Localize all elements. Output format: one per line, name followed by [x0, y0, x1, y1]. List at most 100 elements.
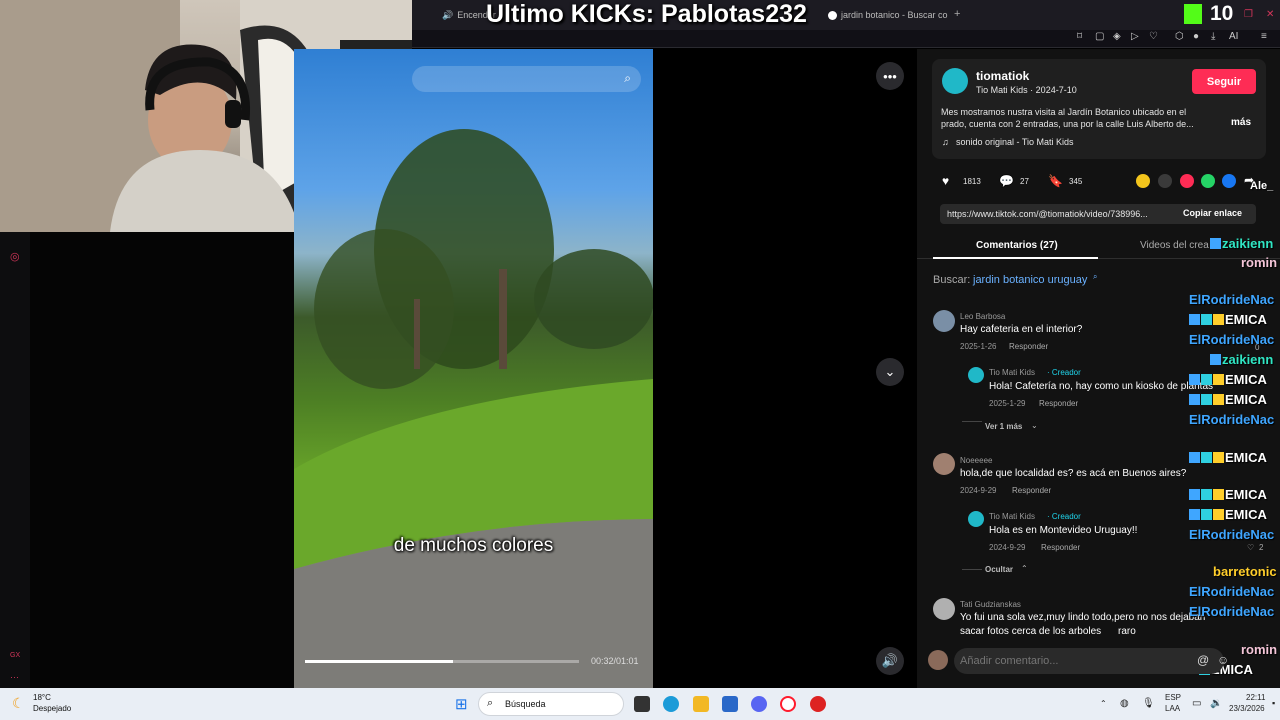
like-icon[interactable]: ♥ [942, 174, 949, 188]
edge-icon[interactable] [663, 696, 679, 712]
comment-author[interactable]: Tio Mati Kids [989, 368, 1035, 377]
extension-icon[interactable]: ⬡ [1175, 31, 1184, 42]
comment-text: sacar fotos cerca de los arboles [960, 626, 1102, 637]
bookmark-icon[interactable]: ⌑ [1077, 31, 1082, 42]
taskbar-search[interactable]: ⌕ Búsqueda [478, 692, 624, 716]
app-icon[interactable] [810, 696, 826, 712]
save-icon[interactable]: 🔖 [1048, 174, 1063, 188]
volume-icon[interactable]: 🔉 [1210, 698, 1222, 709]
video-search-bar[interactable]: ⌕ [412, 66, 641, 92]
follow-button[interactable]: Seguir [1192, 69, 1256, 94]
comment-text: Hola es en Montevideo Uruguay!! [989, 525, 1138, 536]
ai-button[interactable]: AI [1229, 31, 1238, 42]
user-avatar[interactable] [928, 650, 948, 670]
post-link-box[interactable]: https://www.tiktok.com/@tiomatiok/video/… [940, 204, 1256, 224]
tab-creator-videos[interactable]: Videos del crea [1140, 240, 1209, 251]
embed-icon[interactable] [1158, 174, 1172, 188]
search-suggestion[interactable]: jardin botanico uruguay [973, 274, 1087, 286]
video-progress-bar[interactable] [305, 660, 579, 663]
play-icon[interactable]: ▷ [1131, 31, 1139, 42]
lang-line2[interactable]: LAA [1165, 704, 1180, 713]
comment-author[interactable]: Tio Mati Kids [989, 512, 1035, 521]
menu-icon[interactable]: ≡ [1261, 31, 1267, 42]
comment-text: hola,de que localidad es? es acá en Buen… [960, 468, 1187, 479]
emoji-icon[interactable]: ☺ [1217, 653, 1229, 667]
tab-comments[interactable]: Comentarios (27) [976, 240, 1058, 251]
network-icon[interactable]: ◍ [1120, 698, 1129, 709]
task-view-icon[interactable] [634, 696, 650, 712]
lang-line1[interactable]: ESP [1165, 693, 1181, 702]
copy-link-button[interactable]: Copiar enlace [1183, 208, 1242, 218]
sidebar-more-icon[interactable]: ··· [10, 672, 19, 682]
opera-icon[interactable] [780, 696, 796, 712]
reply-button[interactable]: Responder [1039, 399, 1078, 408]
windows-start-icon[interactable]: ⊞ [455, 695, 468, 713]
clock-date[interactable]: 23/3/2026 [1229, 704, 1265, 713]
comment-input[interactable] [954, 648, 1224, 674]
post-description-line2: prado, cuenta con 2 entradas, una por la… [941, 119, 1194, 129]
divider [962, 421, 982, 422]
sidebar-gx-icon[interactable]: GX [10, 652, 20, 659]
comment-date: 2025-1-26 [960, 342, 997, 351]
reply-button[interactable]: Responder [1012, 486, 1051, 495]
chat-message: EMICA [1189, 487, 1267, 502]
mic-icon[interactable]: 🎙 [1142, 698, 1155, 709]
chat-message: EMICA [1189, 507, 1267, 522]
more-link[interactable]: más [1231, 117, 1251, 128]
display-icon[interactable]: ▭ [1192, 698, 1201, 709]
chat-message: ElRodrideNac [1189, 527, 1275, 542]
weather-desc[interactable]: Despejado [33, 704, 71, 713]
clock-time[interactable]: 22:11 [1246, 693, 1265, 702]
author-username[interactable]: tiomatiok [976, 69, 1029, 83]
comment-author[interactable]: Noeeeee [960, 456, 992, 465]
reply-button[interactable]: Responder [1041, 543, 1080, 552]
window-close-icon[interactable]: ✕ [1266, 9, 1274, 20]
volume-button[interactable]: 🔊 [876, 647, 904, 675]
avatar[interactable] [968, 511, 984, 527]
file-explorer-icon[interactable] [693, 696, 709, 712]
notification-icon[interactable]: ▪ [1272, 698, 1275, 708]
window-restore-icon[interactable]: ❐ [1244, 9, 1253, 20]
store-icon[interactable] [722, 696, 738, 712]
mention-icon[interactable]: @ [1197, 653, 1209, 667]
chevron-up-icon[interactable]: ⌃ [1100, 699, 1107, 708]
comment-date: 2024-9-29 [960, 486, 997, 495]
video-player[interactable] [294, 49, 653, 688]
next-video-button[interactable]: ⌄ [876, 358, 904, 386]
comment-author[interactable]: Leo Barbosa [960, 312, 1005, 321]
screenshot-icon[interactable]: ▢ [1095, 31, 1104, 42]
weather-temp[interactable]: 18°C [33, 693, 51, 702]
discord-icon[interactable] [751, 696, 767, 712]
avatar[interactable] [933, 310, 955, 332]
shield-icon[interactable]: ◈ [1113, 31, 1121, 42]
comment-icon[interactable]: 💬 [999, 174, 1014, 188]
sound-name[interactable]: sonido original - Tio Mati Kids [956, 137, 1074, 147]
facebook-icon[interactable] [1222, 174, 1236, 188]
whatsapp-icon[interactable] [1201, 174, 1215, 188]
sidebar-app-icon[interactable]: ◎ [10, 250, 20, 263]
reply-button[interactable]: Responder [1009, 342, 1048, 351]
profile-icon[interactable]: ● [1193, 31, 1199, 42]
chat-message: zaikienn [1210, 352, 1273, 367]
heart-icon[interactable]: ♡ [1149, 31, 1158, 42]
chat-message: EMICA [1189, 312, 1267, 327]
comment-author[interactable]: Tati Gudzianskas [960, 600, 1021, 609]
repost-icon[interactable] [1136, 174, 1150, 188]
search-icon[interactable]: ⌕ [624, 71, 631, 86]
active-tab-indicator [933, 257, 1098, 259]
left-sidebar: ◎ GX ··· [0, 232, 30, 688]
download-icon[interactable]: ⤓ [1211, 31, 1215, 42]
author-line: Tio Mati Kids · 2024-7-10 [976, 85, 1077, 95]
avatar[interactable] [968, 367, 984, 383]
more-options-button[interactable]: ••• [876, 62, 904, 90]
author-avatar[interactable] [942, 68, 968, 94]
avatar[interactable] [933, 453, 955, 475]
hide-replies[interactable]: Ocultar [985, 565, 1013, 574]
tab-search[interactable]: jardin botanico - Buscar co [828, 4, 948, 26]
search-icon: ⌕ [487, 697, 494, 709]
new-tab-button[interactable]: + [954, 8, 960, 20]
avatar[interactable] [933, 598, 955, 620]
send-icon[interactable] [1180, 174, 1194, 188]
view-more-replies[interactable]: Ver 1 más [985, 422, 1022, 431]
video-time: 00:32/01:01 [591, 656, 639, 666]
